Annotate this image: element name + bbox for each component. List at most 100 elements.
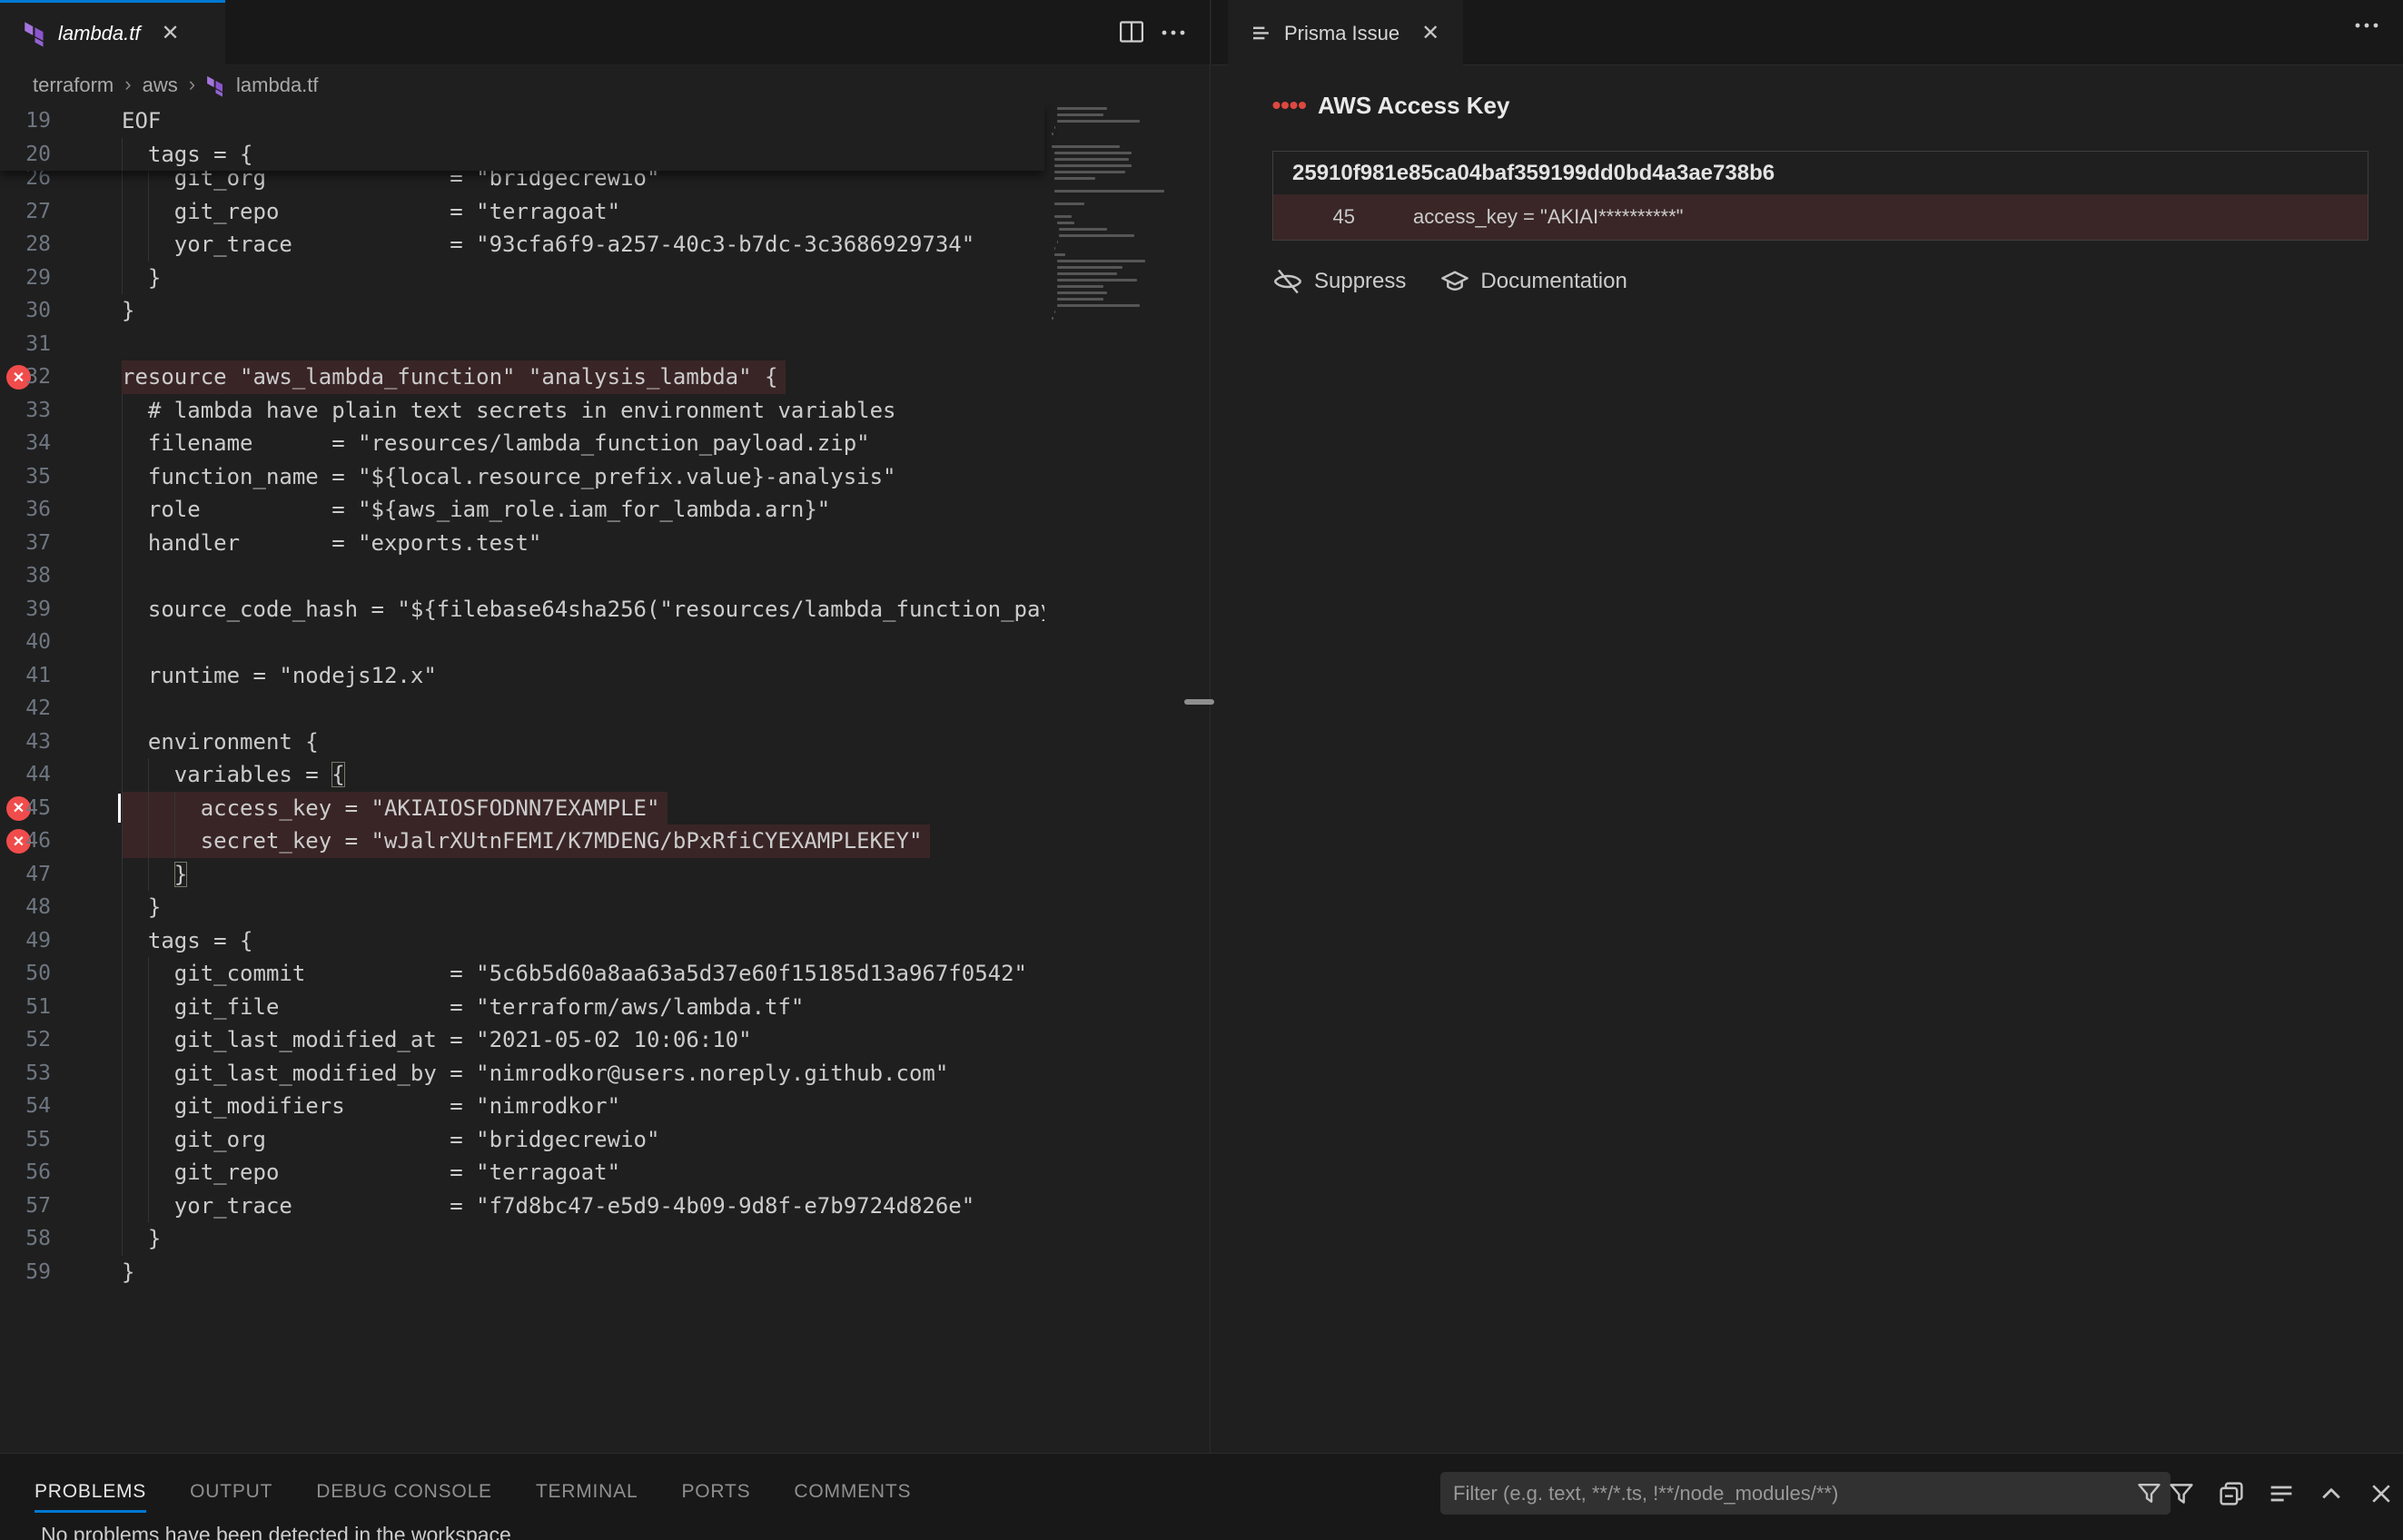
minimap-line	[1052, 317, 1053, 320]
indent-guide	[122, 460, 123, 494]
eye-off-icon	[1272, 268, 1303, 295]
code-line-28[interactable]: 28 yor_trace = "93cfa6f9-a257-40c3-b7dc-…	[0, 228, 1044, 262]
indent-guide	[122, 726, 123, 759]
minimap-line	[1054, 158, 1130, 161]
code-line-50[interactable]: 50 git_commit = "5c6b5d60a8aa63a5d37e60f…	[0, 957, 1044, 991]
sticky-scroll: 19EOF20 tags = {	[0, 104, 1044, 171]
breadcrumb-lambda-tf[interactable]: lambda.tf	[236, 74, 319, 97]
view-as-list-icon[interactable]	[2269, 1481, 2294, 1506]
filter-funnel-icon[interactable]	[2137, 1481, 2161, 1505]
gutter: 27	[0, 195, 122, 229]
editor-tab-bar: lambda.tf ✕	[0, 0, 1210, 65]
code-line-45[interactable]: ✕45 access_key = "AKIAIOSFODNN7EXAMPLE"	[0, 792, 1044, 825]
indent-guide	[148, 858, 149, 892]
close-icon[interactable]: ✕	[1421, 23, 1439, 44]
code-line-48[interactable]: 48 }	[0, 891, 1044, 924]
tab-prisma-issue[interactable]: Prisma Issue ✕	[1228, 0, 1463, 66]
list-icon	[1251, 25, 1271, 42]
line-number: 55	[0, 1123, 51, 1157]
code-line-47[interactable]: 47 }	[0, 858, 1044, 892]
line-number: 35	[0, 460, 51, 494]
gutter: 44	[0, 758, 122, 792]
breadcrumb-terraform[interactable]: terraform	[33, 74, 114, 97]
minimap-line	[1052, 145, 1120, 148]
code-text: role = "${aws_iam_role.iam_for_lambda.ar…	[122, 493, 830, 527]
indent-guide	[122, 792, 123, 825]
code-line-19[interactable]: 19EOF	[0, 104, 1044, 138]
code-line-58[interactable]: 58 }	[0, 1222, 1044, 1256]
code-line-49[interactable]: 49 tags = {	[0, 924, 1044, 958]
code-line-37[interactable]: 37 handler = "exports.test"	[0, 527, 1044, 560]
panel-tab-comments[interactable]: COMMENTS	[794, 1454, 911, 1530]
code-line-55[interactable]: 55 git_org = "bridgecrewio"	[0, 1123, 1044, 1157]
panel-tab-ports[interactable]: PORTS	[681, 1454, 750, 1530]
code-line-54[interactable]: 54 git_modifiers = "nimrodkor"	[0, 1090, 1044, 1123]
code-line-42[interactable]: 42	[0, 692, 1044, 726]
code-text: git_org = "bridgecrewio"	[122, 1123, 659, 1157]
code-line-29[interactable]: 29 }	[0, 262, 1044, 295]
code-line-52[interactable]: 52 git_last_modified_at = "2021-05-02 10…	[0, 1023, 1044, 1057]
graduation-cap-icon	[1440, 268, 1469, 295]
funnel-icon[interactable]	[2169, 1481, 2194, 1506]
indent-guide	[148, 1023, 149, 1057]
documentation-button[interactable]: Documentation	[1440, 268, 1627, 295]
code-line-59[interactable]: 59}	[0, 1256, 1044, 1289]
more-actions-icon[interactable]	[2354, 22, 2379, 29]
code-line-46[interactable]: ✕46 secret_key = "wJalrXUtnFEMI/K7MDENG/…	[0, 824, 1044, 858]
panel-tab-bar: Prisma Issue ✕	[1211, 0, 2403, 65]
code-line-53[interactable]: 53 git_last_modified_by = "nimrodkor@use…	[0, 1057, 1044, 1091]
minimap-line	[1057, 107, 1108, 110]
panel-tab-problems[interactable]: PROBLEMS	[35, 1454, 146, 1530]
issue-title: AWS Access Key	[1318, 92, 1509, 120]
code-text: git_last_modified_at = "2021-05-02 10:06…	[122, 1023, 752, 1057]
indent-guide	[148, 195, 149, 229]
code-line-56[interactable]: 56 git_repo = "terragoat"	[0, 1156, 1044, 1190]
code-line-57[interactable]: 57 yor_trace = "f7d8bc47-e5d9-4b09-9d8f-…	[0, 1190, 1044, 1223]
code-editor[interactable]: 26 git_org = "bridgecrewio"27 git_repo =…	[0, 104, 1211, 1453]
indent-guide	[122, 692, 123, 726]
code-line-36[interactable]: 36 role = "${aws_iam_role.iam_for_lambda…	[0, 493, 1044, 527]
panel-tab-terminal[interactable]: TERMINAL	[536, 1454, 638, 1530]
gutter: 52	[0, 1023, 122, 1057]
tab-lambda-tf[interactable]: lambda.tf ✕	[0, 0, 225, 66]
panel-tab-output[interactable]: OUTPUT	[190, 1454, 272, 1530]
indent-guide	[122, 957, 123, 991]
code-line-32[interactable]: ✕32resource "aws_lambda_function" "analy…	[0, 360, 1044, 394]
code-line-39[interactable]: 39 source_code_hash = "${filebase64sha25…	[0, 593, 1044, 627]
finding-occurrence-row[interactable]: 45 access_key = "AKIAI**********"	[1273, 194, 2368, 240]
panel-resize-handle[interactable]	[1184, 699, 1214, 705]
filter-input[interactable]	[1440, 1472, 2171, 1515]
minimap[interactable]	[1044, 104, 1188, 1453]
code-line-38[interactable]: 38	[0, 559, 1044, 593]
code-line-51[interactable]: 51 git_file = "terraform/aws/lambda.tf"	[0, 991, 1044, 1024]
code-line-35[interactable]: 35 function_name = "${local.resource_pre…	[0, 460, 1044, 494]
code-line-20[interactable]: 20 tags = {	[0, 138, 1044, 172]
maximize-panel-icon[interactable]	[2319, 1481, 2344, 1506]
more-actions-icon[interactable]	[1161, 29, 1186, 36]
indent-guide	[122, 1090, 123, 1123]
code-line-43[interactable]: 43 environment {	[0, 726, 1044, 759]
issue-content: AWS Access Key 25910f981e85ca04baf359199…	[1211, 91, 2403, 295]
close-icon[interactable]: ✕	[162, 23, 180, 44]
code-line-40[interactable]: 40	[0, 626, 1044, 659]
code-line-44[interactable]: 44 variables = {	[0, 758, 1044, 792]
breadcrumb-aws[interactable]: aws	[143, 74, 178, 97]
split-editor-icon[interactable]	[1119, 20, 1144, 44]
gutter: 39	[0, 593, 122, 627]
code-line-34[interactable]: 34 filename = "resources/lambda_function…	[0, 427, 1044, 460]
code-text: git_repo = "terragoat"	[122, 1156, 620, 1190]
indent-guide	[122, 559, 123, 593]
minimap-line	[1054, 164, 1132, 167]
close-panel-icon[interactable]	[2368, 1481, 2394, 1506]
code-line-31[interactable]: 31	[0, 328, 1044, 361]
indent-guide	[122, 1057, 123, 1091]
code-line-27[interactable]: 27 git_repo = "terragoat"	[0, 195, 1044, 229]
collapse-all-icon[interactable]	[2219, 1481, 2244, 1506]
suppress-button[interactable]: Suppress	[1272, 268, 1406, 295]
indent-guide	[122, 991, 123, 1024]
code-line-33[interactable]: 33 # lambda have plain text secrets in e…	[0, 394, 1044, 428]
indent-guide	[122, 1023, 123, 1057]
panel-tab-debug-console[interactable]: DEBUG CONSOLE	[316, 1454, 492, 1530]
code-line-30[interactable]: 30}	[0, 294, 1044, 328]
code-line-41[interactable]: 41 runtime = "nodejs12.x"	[0, 659, 1044, 693]
